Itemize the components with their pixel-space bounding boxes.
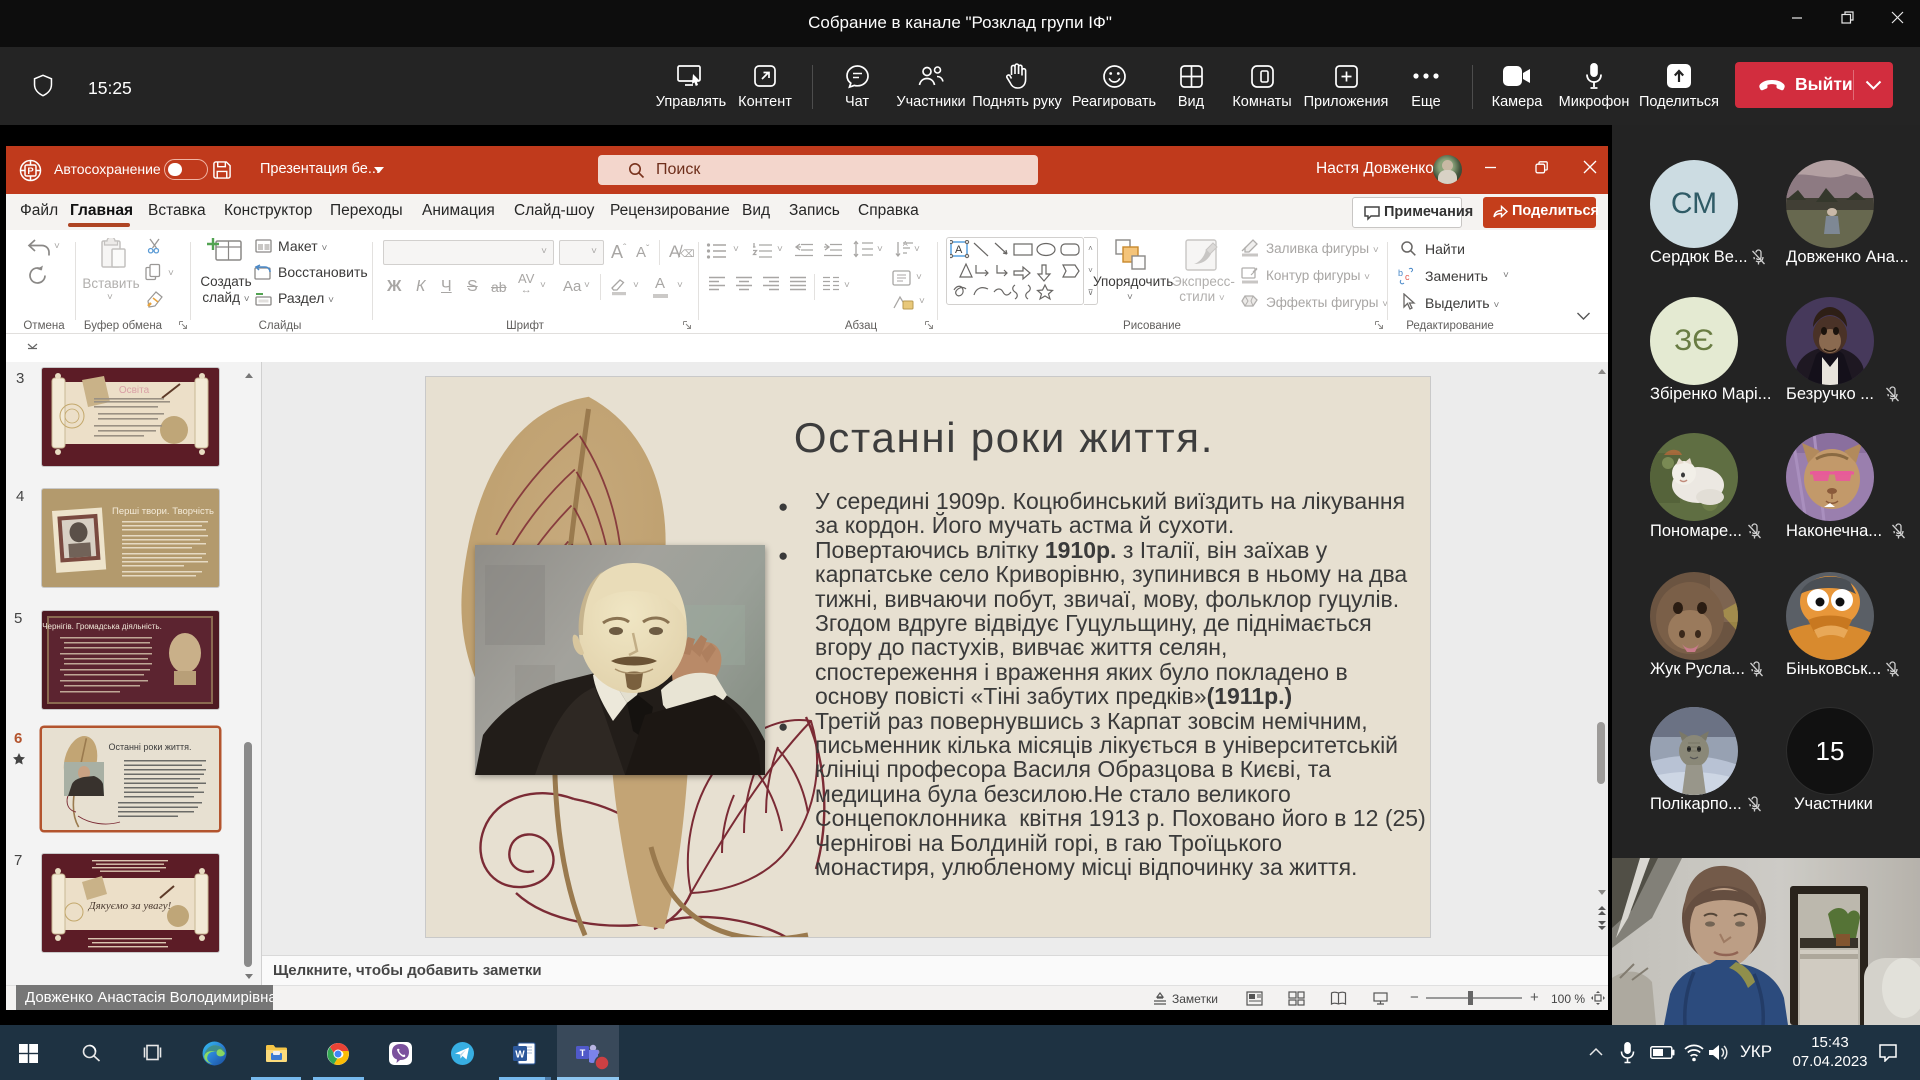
svg-text:W: W	[515, 1050, 525, 1061]
svg-text:Останні роки життя.: Останні роки життя.	[108, 742, 191, 752]
svg-text:b: b	[1398, 268, 1403, 278]
svg-text:Перші твори. Творчість: Перші твори. Творчість	[112, 506, 214, 517]
svg-text:Дякуємо за увагу!: Дякуємо за увагу!	[88, 900, 172, 912]
svg-text:Чернігів. Громадська діяльніст: Чернігів. Громадська діяльність.	[42, 622, 162, 631]
svg-text:A: A	[955, 244, 963, 256]
svg-text:c: c	[1405, 272, 1410, 282]
svg-text:A: A	[903, 241, 908, 248]
svg-text:T: T	[580, 1048, 586, 1058]
svg-text:P: P	[27, 166, 34, 177]
svg-text:Освіта: Освіта	[119, 385, 150, 396]
